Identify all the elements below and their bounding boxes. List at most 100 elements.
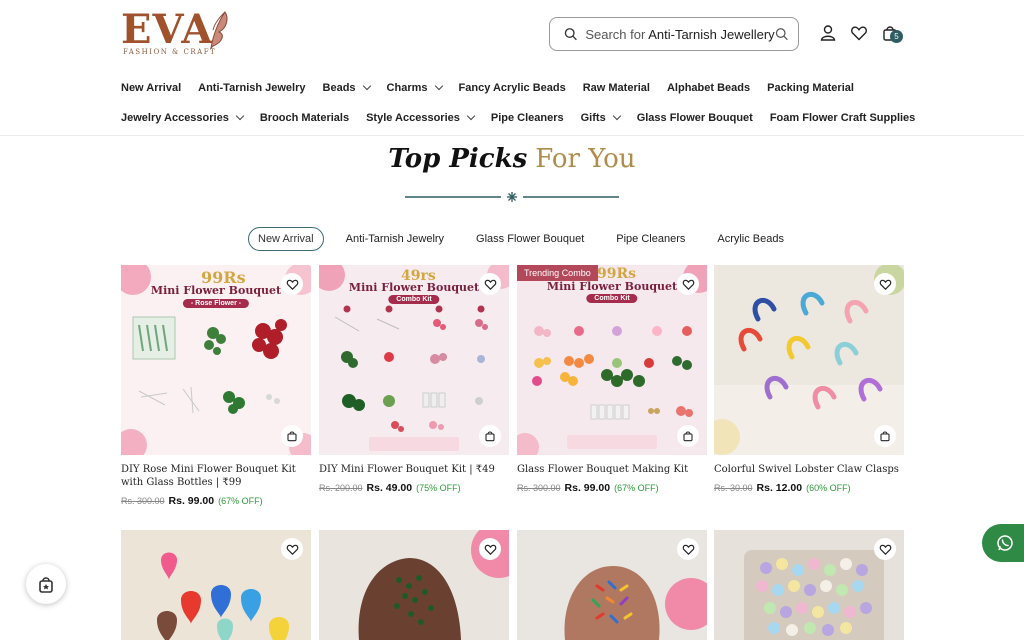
wishlist-button[interactable] — [874, 538, 896, 560]
chevron-down-icon — [434, 81, 443, 91]
nav-raw-material[interactable]: Raw Material — [583, 80, 650, 96]
shopping-bag-icon — [485, 431, 495, 442]
search-placeholder: Search for Anti-Tarnish Jewellery — [585, 26, 775, 42]
product-price: Rs. 30.00 Rs. 12.00 (60% OFF) — [714, 482, 914, 494]
nav-beads[interactable]: Beads — [323, 80, 371, 96]
product-card[interactable]: Trending Combo 99Rs Mini Flower Bouquet … — [517, 265, 707, 500]
section-divider — [405, 192, 619, 202]
product-image[interactable] — [121, 530, 311, 640]
nav-packing-material[interactable]: Packing Material — [767, 80, 854, 96]
product-image[interactable] — [319, 530, 509, 640]
wishlist-button[interactable] — [281, 538, 303, 560]
product-name[interactable]: Glass Flower Bouquet Making Kit — [517, 463, 707, 476]
product-image[interactable]: 49rs Mini Flower Bouquet Combo Kit — [319, 265, 509, 455]
sale-price: Rs. 99.00 — [168, 495, 215, 507]
sale-price: Rs. 12.00 — [756, 482, 803, 494]
product-card[interactable]: Colorful Swivel Lobster Claw Clasps Rs. … — [714, 265, 904, 500]
wishlist-button[interactable] — [479, 538, 501, 560]
heart-icon — [484, 279, 496, 290]
image-kit-title: Mini Flower Bouquet — [546, 280, 678, 293]
section-title-plain: For You — [535, 144, 636, 174]
tab-glass-flower-bouquet[interactable]: Glass Flower Bouquet — [466, 227, 594, 251]
shopping-bag-icon — [880, 431, 890, 442]
nav-charms[interactable]: Charms — [387, 80, 443, 96]
search-bar[interactable]: Search for Anti-Tarnish Jewellery — [549, 17, 799, 51]
nav-glass-flower-bouquet[interactable]: Glass Flower Bouquet — [637, 110, 753, 126]
nav-alphabet-beads[interactable]: Alphabet Beads — [667, 80, 750, 96]
product-card[interactable]: 99Rs Mini Flower Bouquet - Rose Flower -… — [121, 265, 311, 515]
wishlist-button[interactable] — [677, 273, 699, 295]
rewards-button[interactable] — [26, 564, 66, 604]
nav-fancy-acrylic-beads[interactable]: Fancy Acrylic Beads — [459, 80, 566, 96]
product-card[interactable] — [319, 530, 509, 640]
quick-add-button[interactable] — [874, 425, 896, 447]
wishlist-button[interactable] — [874, 273, 896, 295]
product-card[interactable] — [517, 530, 707, 640]
heart-icon — [682, 279, 694, 290]
tab-new-arrival[interactable]: New Arrival — [248, 227, 324, 251]
chevron-down-icon — [466, 111, 476, 121]
wishlist-button[interactable] — [281, 273, 303, 295]
section-title: Top Picks For You — [0, 144, 1024, 184]
quick-add-button[interactable] — [281, 425, 303, 447]
chevron-down-icon — [362, 81, 371, 91]
category-tabs: New Arrival Anti-Tarnish Jewelry Glass F… — [248, 227, 806, 251]
nav-jewelry-accessories[interactable]: Jewelry Accessories — [121, 110, 245, 126]
wishlist-button[interactable] — [677, 538, 699, 560]
product-image[interactable] — [714, 265, 904, 455]
product-image[interactable]: 99Rs Mini Flower Bouquet - Rose Flower - — [121, 265, 311, 455]
product-card[interactable] — [714, 530, 904, 640]
product-name[interactable]: DIY Mini Flower Bouquet Kit | ₹49 — [319, 463, 509, 476]
product-price: Rs. 300.00 Rs. 99.00 (67% OFF) — [121, 495, 321, 507]
nav-new-arrival[interactable]: New Arrival — [121, 80, 181, 96]
tab-pipe-cleaners[interactable]: Pipe Cleaners — [606, 227, 695, 251]
chevron-down-icon — [612, 111, 621, 121]
image-kit-pill: - Rose Flower - — [182, 299, 250, 308]
product-price: Rs. 300.00 Rs. 99.00 (67% OFF) — [517, 482, 717, 494]
tab-anti-tarnish-jewelry[interactable]: Anti-Tarnish Jewelry — [336, 227, 454, 251]
nav-foam-flower-craft-supplies[interactable]: Foam Flower Craft Supplies — [770, 110, 915, 126]
product-name[interactable]: DIY Rose Mini Flower Bouquet Kit with Gl… — [121, 463, 311, 489]
nav-pipe-cleaners[interactable]: Pipe Cleaners — [491, 110, 564, 126]
sale-price: Rs. 99.00 — [564, 482, 611, 494]
image-kit-pill: Combo Kit — [388, 295, 440, 304]
nav-brooch-materials[interactable]: Brooch Materials — [260, 110, 349, 126]
heart-icon — [286, 279, 298, 290]
cart-count-badge: 5 — [890, 30, 903, 43]
product-image[interactable] — [714, 530, 904, 640]
nav-style-accessories[interactable]: Style Accessories — [366, 110, 476, 126]
shopping-bag-icon — [683, 431, 693, 442]
image-kit-title: Mini Flower Bouquet — [348, 281, 480, 294]
heart-icon — [879, 279, 891, 290]
search-submit-icon[interactable] — [775, 27, 788, 41]
wishlist-button[interactable] — [479, 273, 501, 295]
original-price: Rs. 30.00 — [714, 483, 753, 493]
heart-icon[interactable] — [850, 24, 868, 42]
heart-icon — [286, 544, 298, 555]
nav-gifts[interactable]: Gifts — [581, 110, 621, 126]
image-kit-pill: Combo Kit — [586, 294, 638, 303]
nav-anti-tarnish-jewelry[interactable]: Anti-Tarnish Jewelry — [198, 80, 305, 96]
quick-add-button[interactable] — [479, 425, 501, 447]
brand-logo[interactable]: EVA FASHION & CRAFT — [121, 8, 231, 60]
product-name[interactable]: Colorful Swivel Lobster Claw Clasps — [714, 463, 904, 476]
main-nav-row-2: Jewelry Accessories Brooch Materials Sty… — [121, 110, 932, 126]
user-icon[interactable] — [819, 24, 837, 42]
product-image[interactable] — [517, 530, 707, 640]
whatsapp-chat-button[interactable] — [982, 524, 1024, 562]
tab-acrylic-beads[interactable]: Acrylic Beads — [707, 227, 794, 251]
discount-label: (60% OFF) — [806, 483, 851, 493]
original-price: Rs. 300.00 — [121, 496, 165, 506]
product-card[interactable] — [121, 530, 311, 640]
heart-icon — [879, 544, 891, 555]
heart-icon — [682, 544, 694, 555]
product-image[interactable]: Trending Combo 99Rs Mini Flower Bouquet … — [517, 265, 707, 455]
trending-badge: Trending Combo — [517, 265, 598, 281]
site-header: EVA FASHION & CRAFT Search for Anti-Tarn… — [0, 0, 1024, 136]
search-term: Anti-Tarnish Jewellery — [648, 26, 775, 42]
product-card[interactable]: 49rs Mini Flower Bouquet Combo Kit DIY M… — [319, 265, 509, 500]
quick-add-button[interactable] — [677, 425, 699, 447]
shopping-bag-icon — [287, 431, 297, 442]
discount-label: (75% OFF) — [416, 483, 461, 493]
search-icon — [564, 28, 577, 41]
